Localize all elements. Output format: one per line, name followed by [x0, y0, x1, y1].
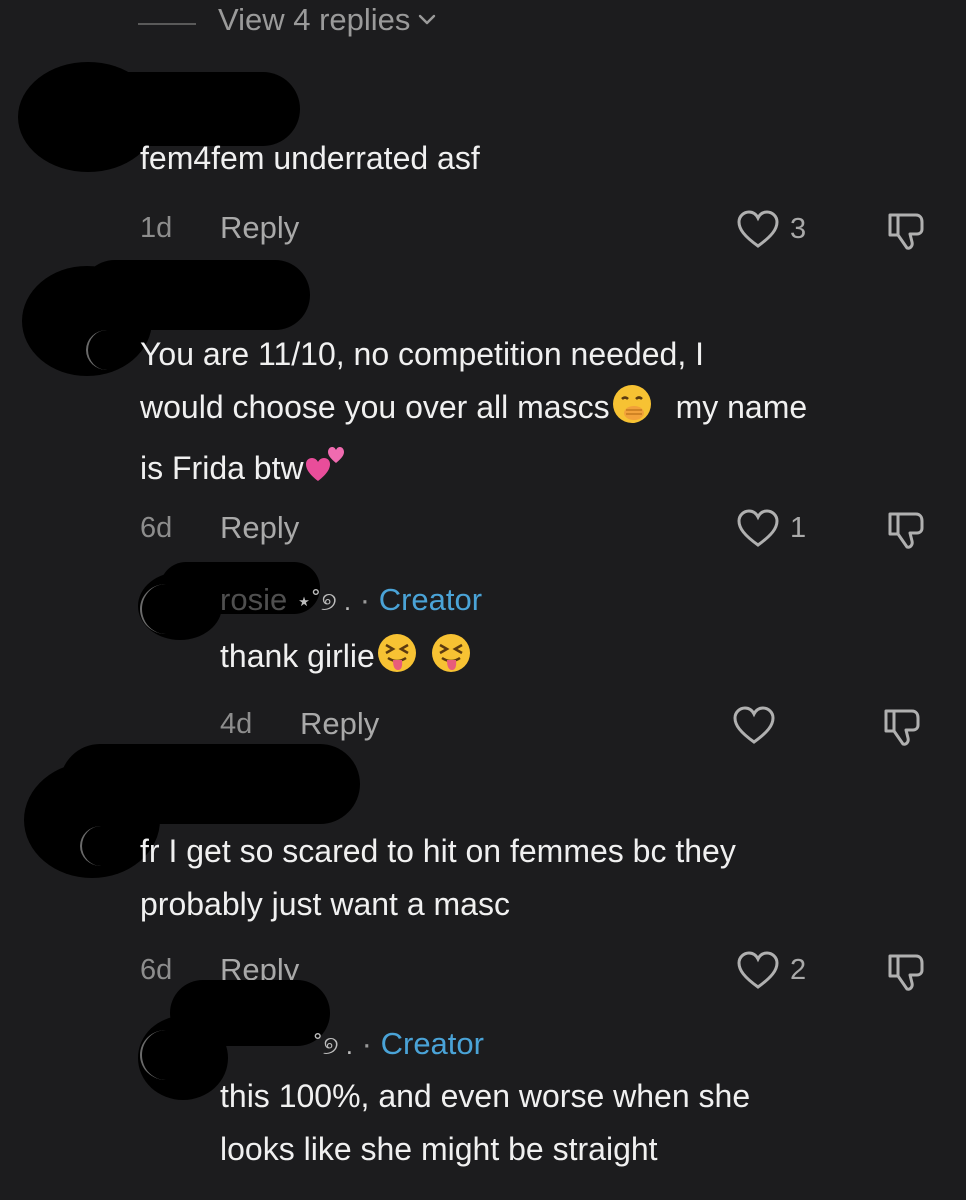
comment-text: thank girlie	[220, 630, 473, 691]
author-decoration: ˚୭ .	[314, 1030, 354, 1060]
avatar-ring	[80, 826, 122, 866]
comment-time: 6d	[140, 512, 173, 544]
like-count: 3	[790, 213, 807, 245]
heart-icon[interactable]	[736, 210, 780, 250]
author-decoration: ⋆˚୭ .	[295, 586, 352, 616]
comment-line: probably just want a masc	[140, 886, 510, 922]
thumbs-down-icon[interactable]	[884, 506, 930, 552]
replies-divider	[138, 23, 196, 25]
heart-icon[interactable]	[736, 951, 780, 991]
squinting-face-with-tongue-emoji	[429, 631, 473, 691]
redacted-username	[60, 744, 360, 824]
heart-icon[interactable]	[736, 509, 780, 549]
reply-button[interactable]: Reply	[220, 210, 299, 246]
author-name: rosie	[220, 582, 288, 617]
comment-time: 6d	[140, 954, 173, 986]
separator-dot: ·	[359, 582, 371, 617]
creator-badge: Creator	[380, 1026, 484, 1061]
creator-header: rosie ⋆˚୭ . · Creator	[220, 582, 482, 618]
redacted-username	[170, 980, 330, 1046]
chevron-down-icon	[416, 9, 438, 31]
reply-button[interactable]: Reply	[300, 706, 379, 742]
comment-text: this 100%, and even worse when she looks…	[220, 1070, 750, 1176]
comment-text: fr I get so scared to hit on femmes bc t…	[140, 825, 736, 931]
comment-time: 1d	[140, 212, 173, 244]
comment-line: would choose you over all mascs my name	[140, 381, 807, 442]
heart-icon[interactable]	[732, 706, 776, 746]
comment-text: You are 11/10, no competition needed, I …	[140, 328, 807, 503]
thumbs-down-icon[interactable]	[884, 207, 930, 253]
avatar-ring	[86, 330, 128, 370]
comment-line: this 100%, and even worse when she	[220, 1078, 751, 1114]
comment-line: fr I get so scared to hit on femmes bc t…	[140, 833, 736, 869]
creator-header: ˚୭ . · Creator	[314, 1026, 484, 1062]
view-replies-button[interactable]: View 4 replies	[218, 2, 438, 38]
view-replies-label: View 4 replies	[218, 2, 411, 37]
avatar-ring	[140, 584, 192, 634]
comment-time: 4d	[220, 708, 253, 740]
comment-line: is Frida btw	[140, 442, 807, 503]
comment-text: fem4fem underrated asf	[140, 140, 480, 176]
thumbs-down-icon[interactable]	[884, 948, 930, 994]
face-with-hand-over-mouth-emoji	[610, 382, 654, 442]
two-hearts-emoji	[304, 443, 348, 503]
squinting-face-with-tongue-emoji	[375, 631, 419, 691]
like-count: 2	[790, 954, 807, 986]
separator-dot: ·	[361, 1026, 372, 1061]
creator-badge: Creator	[378, 582, 483, 617]
like-count: 1	[790, 512, 807, 544]
avatar-ring	[140, 1030, 192, 1080]
comment-line: You are 11/10, no competition needed, I	[140, 336, 704, 372]
comment-line: looks like she might be straight	[220, 1131, 658, 1167]
thumbs-down-icon[interactable]	[880, 703, 926, 749]
reply-button[interactable]: Reply	[220, 510, 299, 546]
redacted-username	[80, 260, 310, 330]
